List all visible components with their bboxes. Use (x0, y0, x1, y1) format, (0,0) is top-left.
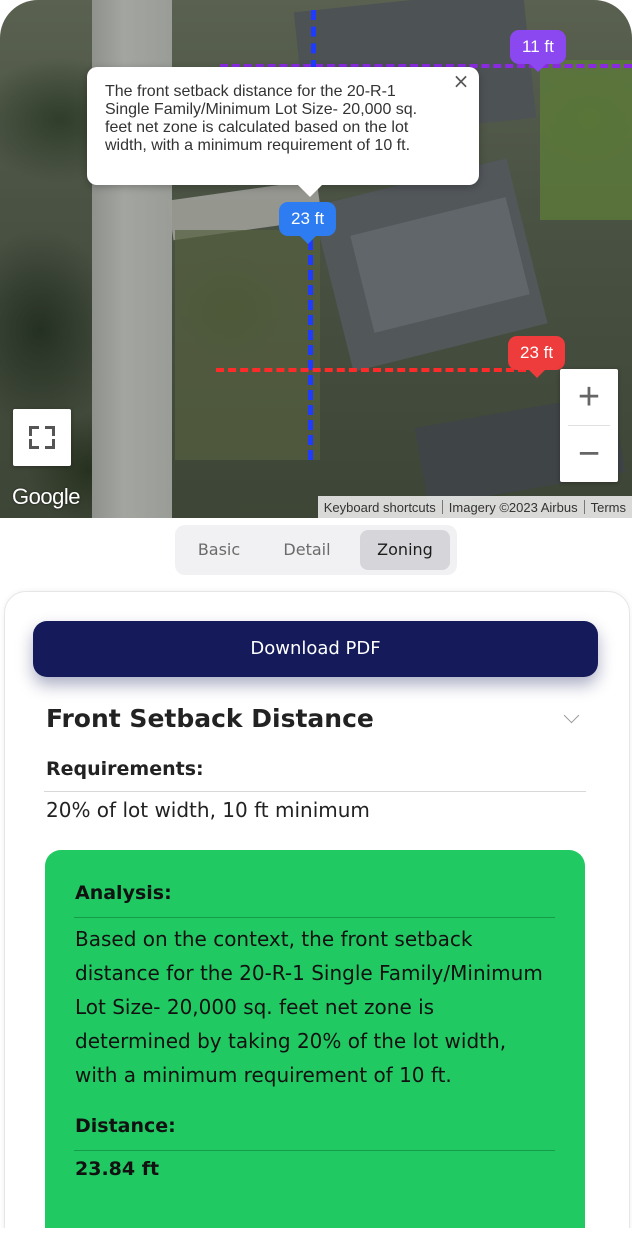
map-attribution: Keyboard shortcuts Imagery ©2023 Airbus … (317, 496, 632, 518)
distance-label: Distance: (75, 1115, 176, 1137)
fullscreen-icon (29, 426, 39, 436)
fullscreen-icon (45, 426, 55, 436)
divider (74, 917, 555, 918)
zoom-out-button[interactable]: − (560, 426, 618, 482)
analysis-text: Based on the context, the front setback … (75, 927, 543, 1087)
distance-marker-red[interactable]: 23 ft (508, 336, 566, 378)
section-title[interactable]: Front Setback Distance (46, 704, 374, 733)
distance-marker-blue[interactable]: 23 ft (279, 202, 337, 244)
terms-link[interactable]: Terms (585, 500, 632, 515)
tooltip-text: The front setback distance for the 20-R-… (105, 83, 418, 154)
keyboard-shortcuts-link[interactable]: Keyboard shortcuts (318, 500, 442, 515)
app-screen: 11 ft 23 ft 23 ft The front setback dist… (0, 0, 632, 1238)
analysis-label: Analysis: (75, 882, 172, 904)
fullscreen-icon (45, 439, 55, 449)
bottom-edge (0, 1228, 632, 1238)
close-icon[interactable]: × (449, 69, 473, 93)
map-lawn (540, 60, 632, 220)
distance-value: 23.84 ft (75, 1158, 160, 1180)
zoom-control: + − (560, 369, 618, 482)
zoom-in-button[interactable]: + (560, 369, 618, 425)
satellite-map[interactable]: 11 ft 23 ft 23 ft The front setback dist… (0, 0, 632, 518)
divider (44, 791, 586, 792)
tab-zoning[interactable]: Zoning (360, 530, 450, 570)
tab-basic[interactable]: Basic (179, 530, 259, 570)
front-setback-line (311, 10, 316, 70)
view-tabs: Basic Detail Zoning (175, 525, 457, 575)
download-pdf-button[interactable]: Download PDF (33, 621, 598, 677)
fullscreen-icon (29, 439, 39, 449)
google-logo: Google (12, 484, 80, 509)
front-setback-line (308, 240, 313, 460)
rear-setback-line (216, 368, 526, 372)
requirements-label: Requirements: (46, 758, 204, 780)
tab-detail[interactable]: Detail (267, 530, 347, 570)
distance-marker-purple[interactable]: 11 ft (510, 30, 566, 72)
fullscreen-button[interactable] (13, 409, 71, 466)
requirements-value: 20% of lot width, 10 ft minimum (46, 798, 370, 822)
setback-tooltip: The front setback distance for the 20-R-… (87, 67, 479, 197)
divider (74, 1150, 555, 1151)
map-yard (175, 230, 320, 460)
imagery-credit: Imagery ©2023 Airbus (448, 499, 578, 515)
